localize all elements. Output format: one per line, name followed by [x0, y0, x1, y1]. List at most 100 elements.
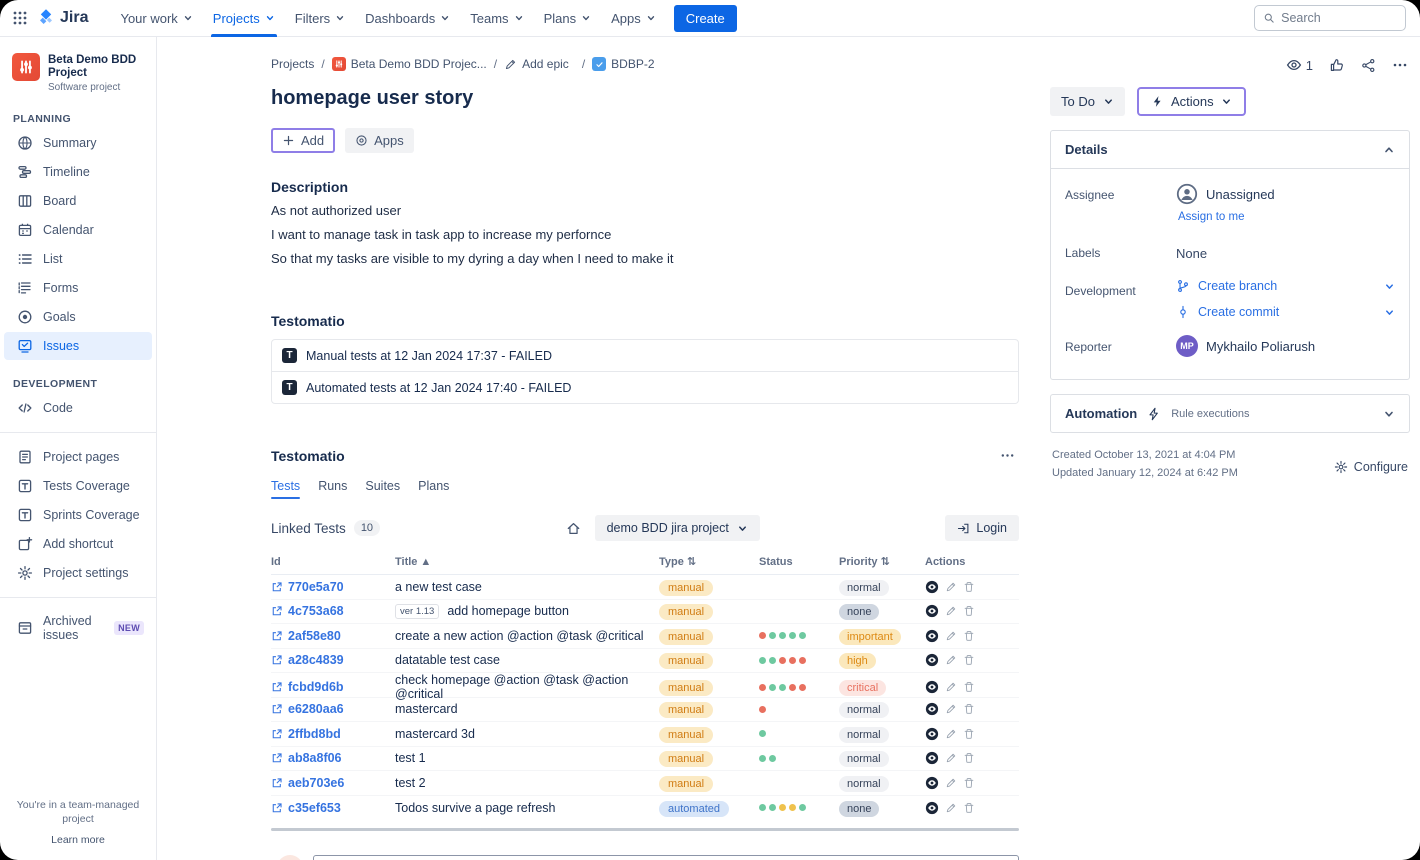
test-id-link[interactable]: 770e5a70	[271, 580, 395, 594]
watchers-button[interactable]: 1	[1286, 57, 1313, 73]
create-branch-link[interactable]: Create branch	[1176, 279, 1395, 293]
test-id-link[interactable]: 2ffbd8bd	[271, 727, 395, 741]
breadcrumb-projects[interactable]: Projects	[271, 57, 314, 71]
breadcrumb-issue-key[interactable]: BDBP-2	[592, 57, 654, 71]
col-type[interactable]: Type⇅	[659, 555, 759, 568]
automation-panel[interactable]: Automation Rule executions	[1050, 394, 1410, 433]
nav-item-filters[interactable]: Filters	[285, 0, 355, 37]
tab-plans[interactable]: Plans	[418, 479, 449, 499]
sidebar-item-calendar[interactable]: Calendar	[4, 216, 152, 244]
view-test-button[interactable]	[925, 751, 939, 765]
login-button[interactable]: Login	[945, 515, 1019, 541]
actions-dropdown[interactable]: Actions	[1137, 87, 1246, 116]
sidebar-item-goals[interactable]: Goals	[4, 303, 152, 331]
like-button[interactable]	[1329, 57, 1345, 73]
apps-button[interactable]: Apps	[345, 128, 414, 153]
issue-title[interactable]: homepage user story	[271, 87, 1019, 110]
view-test-button[interactable]	[925, 801, 939, 815]
details-panel-header[interactable]: Details	[1051, 131, 1409, 169]
nav-item-teams[interactable]: Teams	[460, 0, 533, 37]
view-test-button[interactable]	[925, 680, 939, 694]
test-id-link[interactable]: 2af58e80	[271, 629, 395, 643]
edit-test-button[interactable]	[945, 752, 957, 764]
view-test-button[interactable]	[925, 653, 939, 667]
sidebar-item-summary[interactable]: Summary	[4, 129, 152, 157]
test-id-link[interactable]: e6280aa6	[271, 702, 395, 716]
panel-more-icon[interactable]	[996, 446, 1019, 465]
assignee-value[interactable]: Unassigned	[1176, 183, 1275, 205]
jira-logo[interactable]: Jira	[36, 8, 88, 28]
delete-test-button[interactable]	[963, 752, 975, 764]
chevron-down-icon[interactable]	[1384, 307, 1395, 318]
project-selector-dropdown[interactable]: demo BDD jira project	[595, 515, 760, 541]
delete-test-button[interactable]	[963, 728, 975, 740]
edit-test-button[interactable]	[945, 654, 957, 666]
nav-item-apps[interactable]: Apps	[601, 0, 666, 37]
col-priority[interactable]: Priority⇅	[839, 555, 925, 568]
edit-test-button[interactable]	[945, 605, 957, 617]
test-id-link[interactable]: aeb703e6	[271, 776, 395, 790]
delete-test-button[interactable]	[963, 654, 975, 666]
edit-test-button[interactable]	[945, 728, 957, 740]
edit-test-button[interactable]	[945, 581, 957, 593]
more-actions-button[interactable]	[1392, 57, 1408, 73]
test-run-result[interactable]: T Automated tests at 12 Jan 2024 17:40 -…	[272, 371, 1018, 403]
view-test-button[interactable]	[925, 580, 939, 594]
edit-test-button[interactable]	[945, 777, 957, 789]
tab-suites[interactable]: Suites	[365, 479, 400, 499]
edit-test-button[interactable]	[945, 703, 957, 715]
col-status[interactable]: Status	[759, 556, 839, 568]
delete-test-button[interactable]	[963, 681, 975, 693]
labels-value[interactable]: None	[1176, 241, 1207, 261]
sidebar-item-add-shortcut[interactable]: Add shortcut	[4, 530, 152, 558]
create-commit-link[interactable]: Create commit	[1176, 305, 1395, 319]
view-test-button[interactable]	[925, 629, 939, 643]
breadcrumb-add-epic[interactable]: Add epic	[504, 57, 569, 71]
assign-to-me-link[interactable]: Assign to me	[1178, 211, 1244, 223]
search-box[interactable]	[1254, 5, 1406, 31]
test-id-link[interactable]: fcbd9d6b	[271, 680, 395, 694]
home-icon[interactable]	[566, 521, 581, 536]
nav-item-plans[interactable]: Plans	[534, 0, 602, 37]
col-title[interactable]: Title▲	[395, 556, 659, 568]
chevron-down-icon[interactable]	[1384, 281, 1395, 292]
reporter-value[interactable]: MP Mykhailo Poliarush	[1176, 335, 1315, 357]
tab-tests[interactable]: Tests	[271, 479, 300, 499]
sidebar-item-board[interactable]: Board	[4, 187, 152, 215]
view-test-button[interactable]	[925, 727, 939, 741]
project-header[interactable]: Beta Demo BDD Project Software project	[0, 53, 156, 95]
nav-item-projects[interactable]: Projects	[203, 0, 285, 37]
test-id-link[interactable]: 4c753a68	[271, 604, 395, 618]
nav-item-dashboards[interactable]: Dashboards	[355, 0, 460, 37]
col-id[interactable]: Id	[271, 556, 395, 568]
edit-test-button[interactable]	[945, 630, 957, 642]
delete-test-button[interactable]	[963, 605, 975, 617]
delete-test-button[interactable]	[963, 703, 975, 715]
test-id-link[interactable]: a28c4839	[271, 653, 395, 667]
add-button[interactable]: Add	[271, 128, 335, 153]
status-dropdown[interactable]: To Do	[1050, 87, 1125, 116]
user-avatar[interactable]: 😍	[277, 855, 303, 860]
breadcrumb-project[interactable]: Beta Demo BDD Projec...	[332, 57, 487, 71]
app-switcher-icon[interactable]	[12, 10, 28, 26]
view-test-button[interactable]	[925, 776, 939, 790]
sidebar-item-forms[interactable]: Forms	[4, 274, 152, 302]
sidebar-item-tests-coverage[interactable]: Tests Coverage	[4, 472, 152, 500]
view-test-button[interactable]	[925, 702, 939, 716]
test-id-link[interactable]: c35ef653	[271, 801, 395, 815]
sidebar-item-archived-issues[interactable]: Archived issues NEW	[4, 608, 152, 648]
delete-test-button[interactable]	[963, 581, 975, 593]
comment-box[interactable]: Add a comment... 🎉 Looks good! 👋 Need he…	[313, 855, 1019, 860]
sidebar-item-list[interactable]: List	[4, 245, 152, 273]
delete-test-button[interactable]	[963, 802, 975, 814]
delete-test-button[interactable]	[963, 630, 975, 642]
table-horizontal-scrollbar[interactable]	[271, 828, 1019, 831]
view-test-button[interactable]	[925, 604, 939, 618]
sidebar-item-project-pages[interactable]: Project pages	[4, 443, 152, 471]
sidebar-item-timeline[interactable]: Timeline	[4, 158, 152, 186]
configure-button[interactable]: Configure	[1334, 449, 1408, 485]
delete-test-button[interactable]	[963, 777, 975, 789]
search-input[interactable]	[1281, 11, 1397, 25]
sidebar-item-code[interactable]: Code	[4, 394, 152, 422]
test-id-link[interactable]: ab8a8f06	[271, 751, 395, 765]
